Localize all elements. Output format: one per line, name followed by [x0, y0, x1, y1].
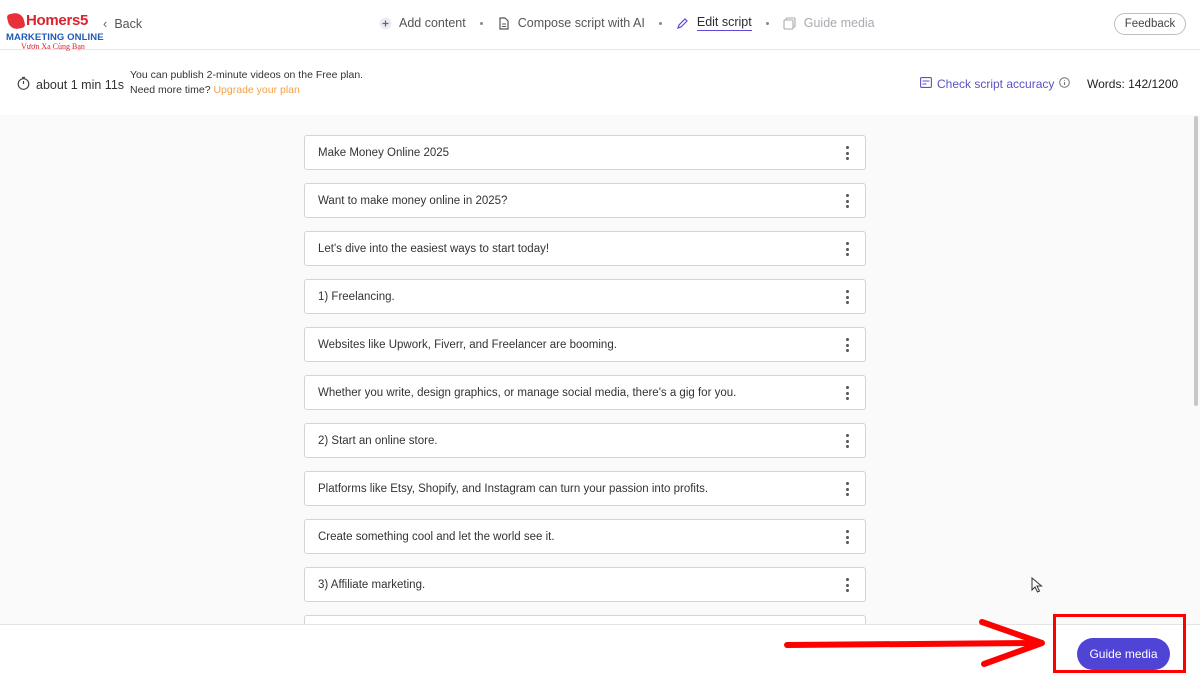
logo-mark-icon: [6, 11, 26, 30]
accuracy-label: Check script accuracy: [937, 77, 1055, 91]
script-line[interactable]: Want to make money online in 2025?: [304, 183, 866, 218]
step-separator: [765, 21, 769, 25]
script-line[interactable]: Websites like Upwork, Fiverr, and Freela…: [304, 327, 866, 362]
script-line-text: Make Money Online 2025: [318, 146, 450, 159]
duration-text: about 1 min 11s: [36, 77, 125, 92]
script-line-list: Make Money Online 2025 Want to make mone…: [304, 135, 866, 624]
document-icon: [497, 16, 511, 30]
plan-message: You can publish 2-minute videos on the F…: [130, 68, 363, 97]
more-options-icon[interactable]: [845, 434, 849, 448]
step-label: Compose script with AI: [517, 16, 645, 30]
script-line-text: Want to make money online in 2025?: [318, 194, 508, 207]
mouse-cursor-icon: [1031, 577, 1043, 593]
bottom-action-bar: [0, 624, 1200, 675]
script-line-text: Whether you write, design graphics, or m…: [318, 386, 737, 399]
chevron-left-icon: ‹: [103, 16, 108, 31]
plan-line2: Need more time? Upgrade your plan: [130, 83, 363, 98]
script-line-text: 2) Start an online store.: [318, 434, 438, 447]
more-options-icon[interactable]: [845, 530, 849, 544]
script-line-text: Websites like Upwork, Fiverr, and Freela…: [318, 338, 617, 351]
back-label: Back: [114, 16, 143, 31]
upgrade-plan-link[interactable]: Upgrade your plan: [213, 84, 299, 96]
script-line[interactable]: 2) Start an online store.: [304, 423, 866, 458]
pencil-icon: [676, 16, 690, 30]
more-options-icon[interactable]: [845, 386, 849, 400]
step-separator: [479, 21, 483, 25]
duration-estimate: about 1 min 11s: [17, 76, 124, 93]
step-label: Edit script: [696, 15, 752, 31]
more-options-icon[interactable]: [845, 194, 849, 208]
script-line-text: 3) Affiliate marketing.: [318, 578, 426, 591]
stopwatch-icon: [17, 76, 30, 93]
wizard-steps: Add content Compose script with AI Edit …: [378, 15, 875, 31]
more-options-icon[interactable]: [845, 242, 849, 256]
word-count: Words: 142/1200: [1087, 77, 1179, 91]
more-options-icon[interactable]: [845, 146, 849, 160]
back-button[interactable]: ‹ Back: [103, 16, 142, 31]
guide-media-button[interactable]: Guide media: [1077, 638, 1170, 670]
logo-line2: Vươn Xa Cùng Bạn: [21, 42, 85, 51]
script-editor-area: Make Money Online 2025 Want to make mone…: [0, 116, 1200, 624]
more-options-icon[interactable]: [845, 482, 849, 496]
logo-brand: Homers5: [26, 12, 89, 29]
feedback-button[interactable]: Feedback: [1114, 13, 1186, 35]
script-line[interactable]: 3) Affiliate marketing.: [304, 567, 866, 602]
info-bar: about 1 min 11s You can publish 2-minute…: [0, 51, 1200, 115]
top-bar: Homers5 MARKETING ONLINE Vươn Xa Cùng Bạ…: [0, 0, 1200, 52]
plus-icon: [378, 16, 392, 30]
checklist-icon: [920, 77, 932, 91]
script-line-text: 1) Freelancing.: [318, 290, 395, 303]
scrollbar-thumb[interactable]: [1194, 116, 1198, 406]
step-label: Add content: [399, 16, 466, 30]
step-guide-media[interactable]: Guide media: [783, 16, 875, 30]
watermark-logo: Homers5 MARKETING ONLINE Vươn Xa Cùng Bạ…: [6, 11, 108, 52]
media-icon: [783, 16, 797, 30]
script-line[interactable]: Make Money Online 2025: [304, 135, 866, 170]
script-line[interactable]: 1) Freelancing.: [304, 279, 866, 314]
script-line-text: Let's dive into the easiest ways to star…: [318, 242, 550, 255]
more-options-icon[interactable]: [845, 290, 849, 304]
plan-line1: You can publish 2-minute videos on the F…: [130, 69, 364, 81]
script-line-text: Create something cool and let the world …: [318, 530, 555, 543]
step-add-content[interactable]: Add content: [378, 16, 466, 30]
script-line[interactable]: Let's dive into the easiest ways to star…: [304, 231, 866, 266]
check-script-accuracy-button[interactable]: Check script accuracy: [920, 77, 1071, 91]
step-compose-script[interactable]: Compose script with AI: [497, 16, 645, 30]
step-edit-script[interactable]: Edit script: [676, 15, 752, 31]
more-options-icon[interactable]: [845, 338, 849, 352]
script-line[interactable]: Whether you write, design graphics, or m…: [304, 375, 866, 410]
step-label: Guide media: [803, 16, 875, 30]
script-line[interactable]: Platforms like Etsy, Shopify, and Instag…: [304, 471, 866, 506]
more-options-icon[interactable]: [845, 578, 849, 592]
script-line-text: Platforms like Etsy, Shopify, and Instag…: [318, 482, 709, 495]
step-separator: [658, 21, 662, 25]
script-line[interactable]: [304, 615, 866, 624]
script-line[interactable]: Create something cool and let the world …: [304, 519, 866, 554]
info-icon[interactable]: [1059, 77, 1071, 91]
plan-line2-prefix: Need more time?: [130, 83, 211, 96]
